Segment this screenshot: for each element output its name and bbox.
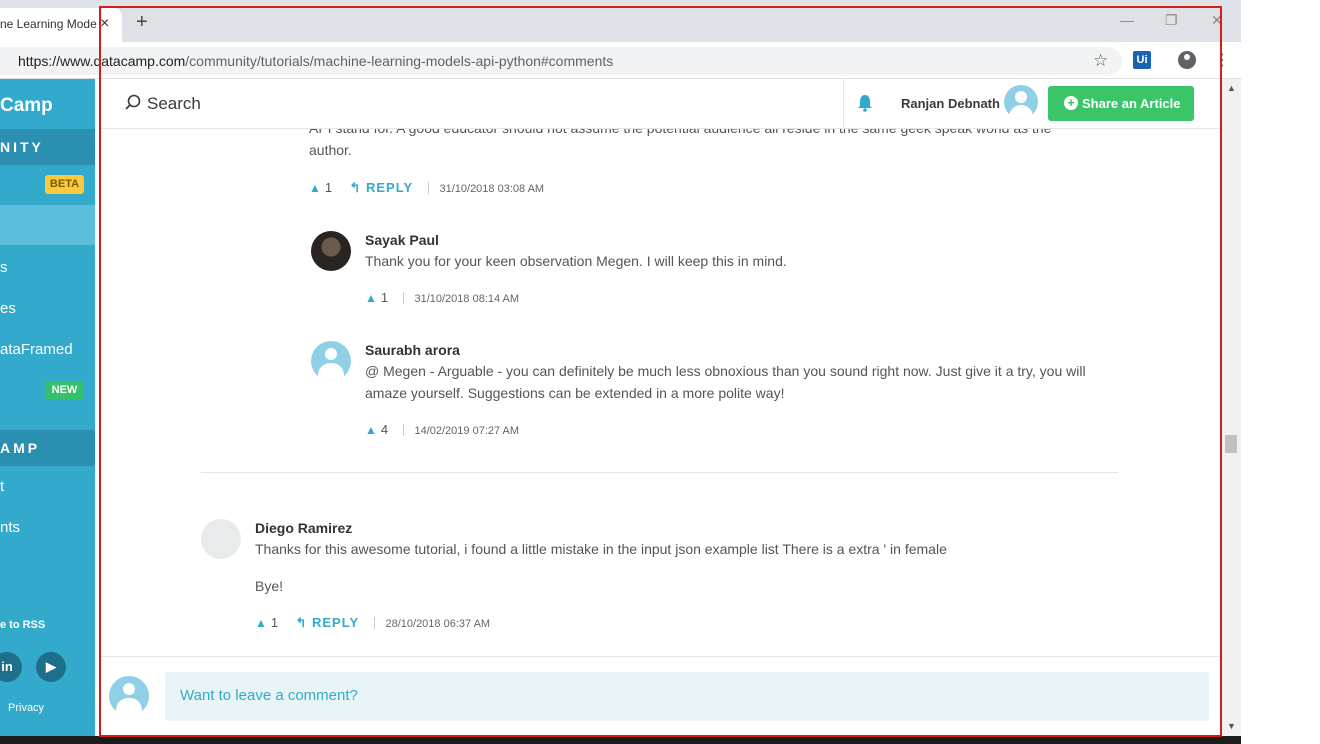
profile-icon[interactable] [1178,51,1196,69]
comment-divider [201,472,1118,473]
comment-date: 14/02/2019 07:27 AM [414,425,520,437]
meta-separator [428,182,430,194]
meta-separator [374,617,376,629]
search-icon[interactable] [125,94,141,110]
new-tab-button[interactable]: + [136,12,148,32]
upvote-icon[interactable]: ▲ [365,423,377,437]
address-bar: https://www.datacamp.com/community/tutor… [0,42,1241,79]
browser-tab[interactable]: ne Learning Mode × [0,8,122,42]
sidebar-item-t[interactable]: t [0,478,4,495]
comment-text-line: author. [309,142,352,158]
share-article-button[interactable]: + Share an Article [1048,86,1194,121]
page-scrollbar[interactable]: ▲ ▼ [1222,79,1241,736]
comment-meta: ▲ 1 31/10/2018 08:14 AM [365,290,519,305]
comment-author[interactable]: Diego Ramirez [255,520,352,536]
commenter-avatar [201,519,241,559]
comment-footer: Want to leave a comment? [99,656,1222,736]
site-sidebar: Camp NITY BETA s es ataFramed NEW AMP t … [0,79,95,744]
comment-meta: ▲ 1 ↰ REPLY 31/10/2018 03:08 AM [309,180,544,196]
sidebar-item-s[interactable]: s [0,259,8,276]
commenter-avatar-photo [311,231,351,271]
comment-text: @ Megen - Arguable - you can definitely … [365,360,1125,404]
comment-text: Thanks for this awesome tutorial, i foun… [255,541,947,557]
comment-text-line: API stand for. A good educator should no… [309,129,1119,139]
vote-count: 1 [270,615,279,630]
linkedin-icon[interactable]: in [0,652,22,682]
minimize-icon[interactable]: — [1120,12,1134,28]
reply-label: REPLY [365,180,414,195]
reply-button[interactable]: ↰ REPLY [295,615,359,630]
notification-bell-icon[interactable] [856,94,874,112]
tab-title: ne Learning Mode [0,17,97,31]
sidebar-item-nts[interactable]: nts [0,519,20,536]
commenter-avatar [311,341,351,381]
sidebar-item-es[interactable]: es [0,300,16,317]
comment-text: Bye! [255,578,284,594]
user-avatar[interactable] [1004,85,1038,119]
privacy-link[interactable]: Privacy [8,702,44,714]
comment-text-line: amaze yourself. Suggestions can be exten… [365,385,785,401]
user-name[interactable]: Ranjan Debnath [901,96,1000,111]
plus-circle-icon: + [1064,96,1078,110]
comment-input[interactable]: Want to leave a comment? [165,672,1209,721]
comment-date: 31/10/2018 08:14 AM [414,293,520,305]
reply-button[interactable]: ↰ REPLY [349,180,413,195]
current-user-avatar [109,676,149,716]
sidebar-section-community: NITY [0,129,95,165]
vote-count: 1 [380,290,389,305]
bookmark-star-icon[interactable]: ☆ [1093,51,1108,71]
subscribe-rss-link[interactable]: e to RSS [0,619,45,631]
search-label[interactable]: Search [147,94,201,114]
share-article-label: Share an Article [1082,96,1181,111]
scroll-up-arrow-icon[interactable]: ▲ [1227,83,1236,93]
extension-icon[interactable]: Ui [1133,51,1151,69]
header-divider [843,79,844,129]
vote-count: 1 [324,180,333,195]
comments-section: API stand for. A good educator should no… [99,129,1222,656]
meta-separator [403,292,405,304]
scroll-thumb[interactable] [1225,435,1237,453]
comment-text-line: @ Megen - Arguable - you can definitely … [365,363,1086,379]
upvote-icon[interactable]: ▲ [309,181,321,195]
browser-menu-icon[interactable]: ⋮ [1214,50,1230,70]
comment-meta: ▲ 1 ↰ REPLY 28/10/2018 06:37 AM [255,615,490,631]
brand-logo[interactable]: Camp [0,95,53,117]
url-field[interactable]: https://www.datacamp.com/community/tutor… [0,47,1122,75]
youtube-icon[interactable]: ▶ [36,652,66,682]
vote-count: 4 [380,422,389,437]
comment-text: Thank you for your keen observation Mege… [365,253,787,269]
comment-date: 31/10/2018 03:08 AM [439,183,545,195]
tab-close-icon[interactable]: × [100,15,109,33]
comment-author[interactable]: Saurabh arora [365,342,460,358]
beta-badge: BETA [45,175,84,194]
comment-author[interactable]: Sayak Paul [365,232,439,248]
sidebar-section-datacamp: AMP [0,430,95,466]
os-taskbar [0,736,1241,744]
url-path: /community/tutorials/machine-learning-mo… [185,53,614,69]
window-close-icon[interactable]: ✕ [1211,12,1223,29]
url-host: https://www.datacamp.com [18,53,186,69]
restore-icon[interactable]: ❐ [1165,12,1178,29]
scroll-down-arrow-icon[interactable]: ▼ [1227,721,1236,731]
upvote-icon[interactable]: ▲ [365,291,377,305]
sidebar-item-dataframed[interactable]: ataFramed [0,341,73,358]
sidebar-item-active[interactable] [0,205,95,245]
comment-date: 28/10/2018 06:37 AM [385,618,491,630]
upvote-icon[interactable]: ▲ [255,616,267,630]
comment-meta: ▲ 4 14/02/2019 07:27 AM [365,422,519,437]
browser-tab-bar: ne Learning Mode × + — ❐ ✕ [0,0,1241,42]
comment-text-partial: API stand for. A good educator should no… [309,129,1119,161]
new-badge: NEW [45,381,84,400]
meta-separator [403,424,405,436]
reply-label: REPLY [311,615,360,630]
page-header: Search Ranjan Debnath + Share an Article [99,79,1222,129]
